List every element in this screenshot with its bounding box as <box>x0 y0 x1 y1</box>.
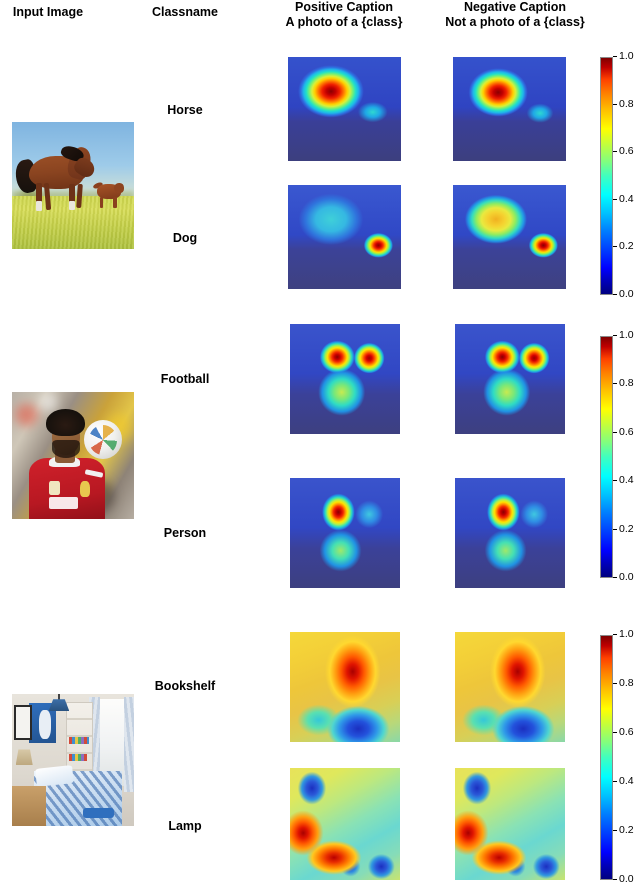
colorbar-tick-label: 0.4 <box>619 192 634 205</box>
colorbar-gradient-1 <box>600 57 613 295</box>
heatmap-horse-positive <box>288 57 401 161</box>
input-image-childrens-bedroom <box>12 694 134 826</box>
heatmap-bookshelf-positive <box>290 632 400 742</box>
colorbar-tick-label: 0.0 <box>619 873 634 885</box>
heatmap-lamp-positive <box>290 768 400 880</box>
heatmap-football-positive-overlay <box>290 324 400 434</box>
colorbar-tick-label: 0.6 <box>619 726 634 738</box>
heatmap-lamp-negative <box>455 768 565 880</box>
heatmap-person-positive-overlay <box>290 478 400 588</box>
colorbar-tick-label: 0.6 <box>619 145 634 158</box>
column-header-positive-caption-line1: Positive Caption <box>295 0 393 14</box>
classname-label-bookshelf: Bookshelf <box>154 679 216 693</box>
colorbar-tick-label: 1.0 <box>619 329 634 341</box>
classname-label-horse: Horse <box>167 103 203 117</box>
heatmap-lamp-negative-overlay <box>455 768 565 880</box>
column-header-negative-caption-line2: Not a photo of a {class} <box>445 15 585 29</box>
colorbar-tick-label: 0.2 <box>619 240 634 253</box>
heatmap-bookshelf-positive-overlay <box>290 632 400 742</box>
heatmap-person-negative-overlay <box>455 478 565 588</box>
heatmap-dog-positive <box>288 185 401 289</box>
colorbar-tick-label: 1.0 <box>619 628 634 640</box>
heatmap-person-negative <box>455 478 565 588</box>
photo-scene-footballer <box>12 392 134 519</box>
classname-label-football: Football <box>160 372 210 386</box>
input-image-footballer-with-ball <box>12 392 134 519</box>
colorbar-tick-label: 1.0 <box>619 50 634 62</box>
colorbar-tick-label: 0.4 <box>619 474 634 487</box>
column-header-negative-caption: Negative Caption Not a photo of a {class… <box>430 0 600 30</box>
heatmap-horse-positive-overlay <box>288 57 401 161</box>
photo-scene-horse-field <box>12 122 134 249</box>
colorbar-gradient-2 <box>600 336 613 578</box>
column-header-classname-line1: Classname <box>151 5 218 19</box>
heatmap-football-negative-overlay <box>455 324 565 434</box>
colorbar-group-2: 0.0 0.2 0.4 0.6 0.8 1.0 <box>600 329 640 583</box>
input-image-horse-and-dog-in-field <box>12 122 134 249</box>
colorbar-tick-label: 0.2 <box>619 522 634 535</box>
heatmap-bookshelf-negative <box>455 632 565 742</box>
column-header-negative-caption-line1: Negative Caption <box>463 0 567 14</box>
heatmap-dog-negative <box>453 185 566 289</box>
colorbar-tick-label: 0.8 <box>619 377 634 390</box>
column-header-classname: Classname <box>120 5 250 20</box>
column-header-positive-caption: Positive Caption A photo of a {class} <box>264 0 424 30</box>
classname-label-person: Person <box>163 526 207 540</box>
heatmap-horse-negative <box>453 57 566 161</box>
heatmap-bookshelf-negative-overlay <box>455 632 565 742</box>
heatmap-horse-negative-overlay <box>453 57 566 161</box>
heatmap-football-positive <box>290 324 400 434</box>
colorbar-tick-label: 0.0 <box>619 571 634 583</box>
heatmap-football-negative <box>455 324 565 434</box>
colorbar-ticks-2: 0.0 0.2 0.4 0.6 0.8 1.0 <box>613 329 640 583</box>
colorbar-tick-label: 0.4 <box>619 775 634 787</box>
colorbar-group-3: 0.0 0.2 0.4 0.6 0.8 1.0 <box>600 628 640 885</box>
colorbar-tick-label: 0.8 <box>619 677 634 689</box>
colorbar-group-1: 0.0 0.2 0.4 0.6 0.8 1.0 <box>600 50 640 300</box>
colorbar-ticks-3: 0.0 0.2 0.4 0.6 0.8 1.0 <box>613 628 640 885</box>
heatmap-dog-negative-overlay <box>453 185 566 289</box>
heatmap-lamp-positive-overlay <box>290 768 400 880</box>
photo-scene-bedroom <box>12 694 134 826</box>
classname-label-dog: Dog <box>172 231 198 245</box>
column-header-positive-caption-line2: A photo of a {class} <box>285 15 403 29</box>
classname-label-lamp: Lamp <box>168 819 202 833</box>
heatmap-dog-positive-overlay <box>288 185 401 289</box>
colorbar-tick-label: 0.6 <box>619 425 634 438</box>
colorbar-tick-label: 0.2 <box>619 824 634 836</box>
column-header-input-image-line1: Input Image <box>12 5 84 19</box>
colorbar-gradient-3 <box>600 635 613 880</box>
colorbar-tick-label: 0.0 <box>619 288 634 300</box>
column-header-input-image: Input Image <box>0 5 118 20</box>
colorbar-ticks-1: 0.0 0.2 0.4 0.6 0.8 1.0 <box>613 50 640 300</box>
colorbar-tick-label: 0.8 <box>619 97 634 110</box>
heatmap-person-positive <box>290 478 400 588</box>
